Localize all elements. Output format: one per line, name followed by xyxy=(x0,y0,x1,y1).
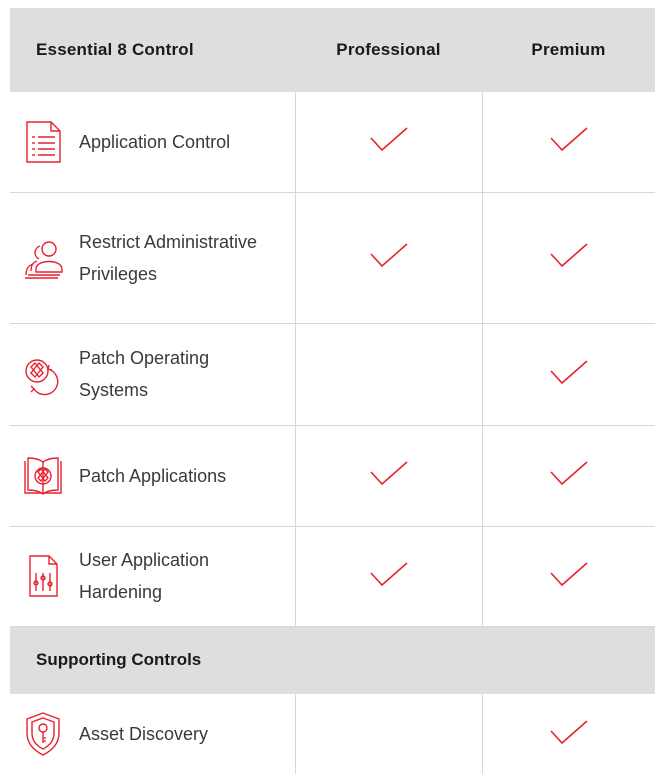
check-icon xyxy=(369,460,409,486)
check-icon xyxy=(549,561,589,587)
table-row: Application Control xyxy=(10,92,655,193)
table-row: User Application Hardening xyxy=(10,526,655,627)
table-header-row: Essential 8 Control Professional Premium xyxy=(10,8,655,92)
section-title: Supporting Controls xyxy=(36,650,202,670)
check-icon xyxy=(369,561,409,587)
check-icon xyxy=(549,719,589,745)
control-label: Restrict Administrative Privileges xyxy=(79,231,258,284)
table-row: Restrict Administrative Privileges xyxy=(10,192,655,324)
check-icon xyxy=(369,242,409,268)
comparison-table: Essential 8 Control Professional Premium xyxy=(10,8,655,774)
section-header-row: Supporting Controls xyxy=(10,626,655,694)
control-label: User Application Hardening xyxy=(79,550,210,602)
control-label: Application Control xyxy=(79,131,231,152)
header-premium: Premium xyxy=(531,40,606,59)
table-row: Asset Discovery xyxy=(10,694,655,774)
patch-book-icon xyxy=(22,453,64,499)
control-label: Patch Applications xyxy=(79,465,227,486)
file-sliders-icon xyxy=(22,553,64,599)
table-row: Patch Operating Systems xyxy=(10,323,655,426)
patch-cycle-icon xyxy=(22,351,64,397)
table-row: Patch Applications xyxy=(10,425,655,527)
document-list-icon xyxy=(22,119,64,165)
check-icon xyxy=(549,242,589,268)
shield-key-icon xyxy=(22,711,64,757)
check-icon xyxy=(549,460,589,486)
control-label: Patch Operating Systems xyxy=(79,348,210,400)
check-icon xyxy=(369,126,409,152)
users-group-icon xyxy=(22,235,64,281)
check-icon xyxy=(549,126,589,152)
check-icon xyxy=(549,359,589,385)
header-professional: Professional xyxy=(336,40,441,59)
control-label: Asset Discovery xyxy=(79,724,209,744)
header-control: Essential 8 Control xyxy=(36,40,194,59)
